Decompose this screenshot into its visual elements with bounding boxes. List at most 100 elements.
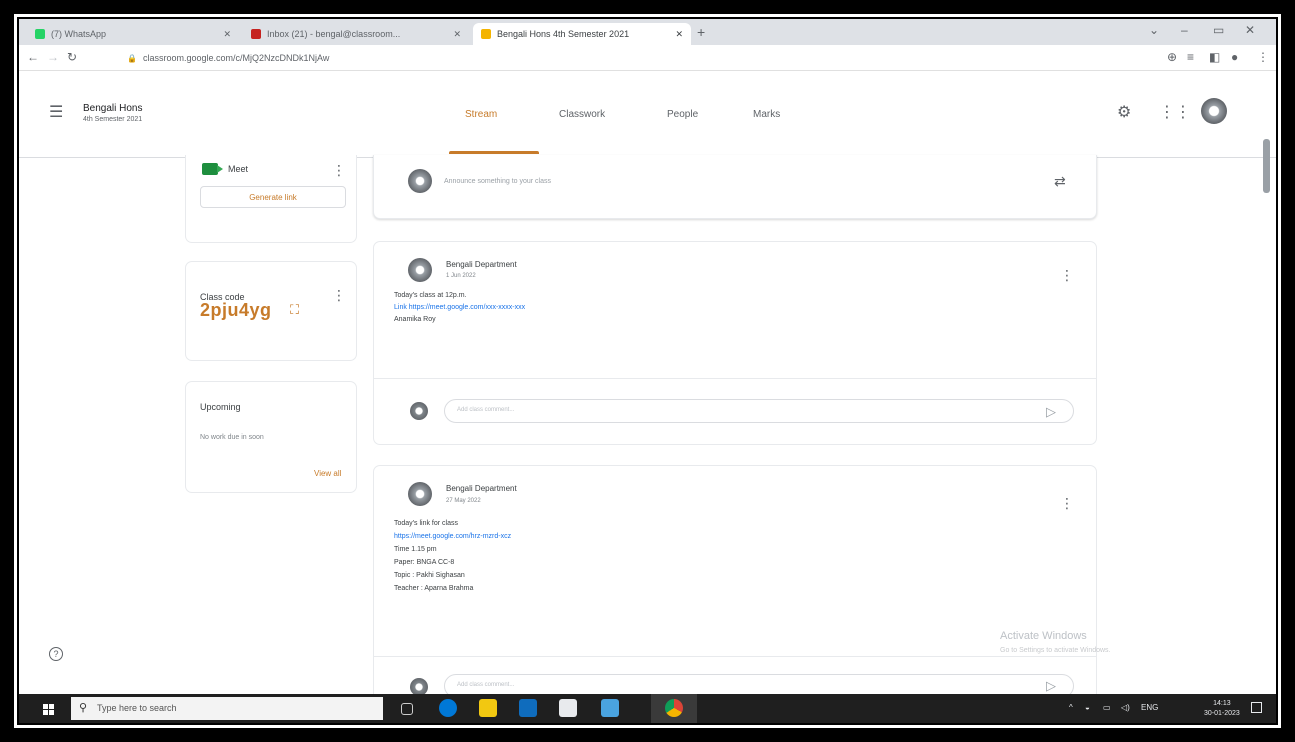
apps-grid-icon[interactable]: ⋮⋮ (1159, 102, 1191, 122)
file-explorer-icon[interactable] (479, 699, 497, 717)
sidepanel-icon[interactable]: ◧ (1209, 50, 1220, 64)
volume-icon[interactable]: ◁) (1121, 703, 1130, 712)
send-icon[interactable]: ▷ (1046, 404, 1056, 420)
tab-classwork[interactable]: Classwork (559, 109, 605, 120)
stream-post: Bengali Department 27 May 2022 ⋮ Today's… (373, 465, 1097, 715)
browser-tab-strip: (7) WhatsApp ✕ Inbox (21) - bengal@class… (19, 19, 1276, 45)
tab-search-icon[interactable]: ⌄ (1149, 23, 1159, 37)
post-link[interactable]: https://meet.google.com/hrz-mzrd-xcz (394, 533, 511, 540)
post-line: Today's class at 12p.m. (394, 292, 467, 299)
settings-gear-icon[interactable]: ⚙ (1117, 102, 1131, 122)
menu-icon[interactable]: ⋮ (1257, 50, 1269, 64)
tab-marks[interactable]: Marks (753, 109, 780, 120)
reload-icon[interactable]: ↻ (67, 50, 77, 64)
mail-icon[interactable] (519, 699, 537, 717)
help-icon[interactable]: ? (49, 647, 63, 661)
repost-icon[interactable]: ⇄ (1054, 173, 1066, 190)
divider (374, 656, 1096, 657)
scrollbar[interactable] (1263, 139, 1270, 193)
wifi-icon[interactable]: ◒ (1085, 703, 1090, 712)
class-code-value: 2pju4yg (200, 300, 272, 320)
post-line: Topic : Pakhi Sighasan (394, 572, 465, 579)
maximize-icon[interactable]: ▭ (1213, 23, 1224, 37)
language-indicator[interactable]: ENG (1141, 703, 1158, 712)
class-name[interactable]: Bengali Hons (83, 103, 142, 114)
post-line: Today's link for class (394, 520, 458, 527)
browser-tab-classroom[interactable]: Bengali Hons 4th Semester 2021 ✕ (473, 23, 691, 45)
minimize-icon[interactable]: – (1181, 23, 1188, 37)
whatsapp-favicon-icon (35, 29, 45, 39)
install-icon[interactable]: ⊕ (1167, 50, 1177, 64)
back-icon[interactable]: ← (27, 50, 39, 64)
author-avatar (408, 258, 432, 282)
chrome-taskbar-active[interactable] (651, 694, 697, 723)
screen: (7) WhatsApp ✕ Inbox (21) - bengal@class… (19, 19, 1276, 723)
close-icon[interactable]: ✕ (215, 29, 231, 40)
notification-icon[interactable] (1251, 702, 1262, 713)
user-avatar (408, 169, 432, 193)
tab-label: (7) WhatsApp (51, 29, 107, 39)
task-view-icon[interactable] (401, 703, 413, 715)
photos-icon[interactable] (601, 699, 619, 717)
chrome-icon (665, 699, 683, 717)
meet-title: Meet (228, 164, 249, 174)
store-icon[interactable] (559, 699, 577, 717)
generate-link-button[interactable]: Generate link (200, 186, 346, 208)
comment-placeholder: Add class comment... (457, 682, 515, 688)
browser-tab-gmail[interactable]: Inbox (21) - bengal@classroom... ✕ (243, 23, 469, 45)
forward-icon[interactable]: → (47, 50, 59, 64)
profile-icon[interactable]: ● (1231, 50, 1238, 64)
classroom-header: ☰ Bengali Hons 4th Semester 2021 Stream … (19, 72, 1276, 158)
post-author: Bengali Department (446, 484, 517, 493)
new-tab-icon[interactable]: + (697, 24, 705, 40)
lock-icon: 🔒 (127, 53, 137, 63)
class-code-card: Class code ⋮ 2pju4yg ⛶ (185, 261, 357, 361)
window-close-icon[interactable]: ✕ (1245, 23, 1255, 37)
post-link[interactable]: Link https://meet.google.com/xxx-xxxx-xx… (394, 304, 525, 311)
battery-icon[interactable]: ▭ (1103, 703, 1111, 712)
user-avatar (410, 402, 428, 420)
tab-label: Inbox (21) - bengal@classroom... (267, 29, 401, 39)
send-icon[interactable]: ▷ (1046, 678, 1056, 694)
address-bar[interactable]: 🔒 classroom.google.com/c/MjQ2NzcDNDk1NjA… (127, 49, 329, 67)
view-all-link[interactable]: View all (314, 469, 341, 478)
edge-browser-icon[interactable] (439, 699, 457, 717)
account-avatar[interactable] (1201, 98, 1227, 124)
post-date: 1 Jun 2022 (446, 273, 476, 279)
more-options-icon[interactable]: ⋮ (332, 288, 346, 302)
upcoming-title: Upcoming (200, 402, 241, 412)
url-text: classroom.google.com/c/MjQ2NzcDNDk1NjAw (142, 53, 330, 63)
active-tab-indicator (449, 151, 539, 154)
windows-start-icon[interactable] (43, 704, 54, 715)
upcoming-empty-text: No work due in soon (200, 434, 264, 441)
more-options-icon[interactable]: ⋮ (1060, 496, 1074, 510)
tab-people[interactable]: People (667, 109, 698, 120)
classroom-favicon-icon (481, 29, 491, 39)
post-date: 27 May 2022 (446, 498, 481, 504)
announce-card[interactable]: Announce something to your class ⇄ (373, 155, 1097, 219)
class-subtitle: 4th Semester 2021 (83, 116, 143, 123)
close-icon[interactable]: ✕ (445, 29, 461, 40)
tab-stream[interactable]: Stream (465, 109, 497, 120)
windows-taskbar: ⚲ Type here to search ^ ◒ ▭ ◁) ENG 14:13… (19, 694, 1276, 723)
close-icon[interactable]: ✕ (667, 29, 683, 40)
browser-tab-whatsapp[interactable]: (7) WhatsApp ✕ (27, 23, 239, 45)
announce-placeholder[interactable]: Announce something to your class (444, 178, 551, 185)
comment-input[interactable]: Add class comment... (444, 399, 1074, 423)
taskbar-clock[interactable]: 14:13 30-01-2023 (1204, 699, 1240, 719)
fullscreen-expand-icon[interactable]: ⛶ (290, 302, 299, 318)
author-avatar (408, 482, 432, 506)
comment-placeholder: Add class comment... (457, 407, 515, 413)
tray-chevron-icon[interactable]: ^ (1069, 703, 1073, 712)
more-options-icon[interactable]: ⋮ (332, 163, 346, 177)
activate-windows-subtitle: Go to Settings to activate Windows. (1000, 647, 1111, 654)
meet-card: Meet ⋮ Generate link (185, 155, 357, 243)
taskbar-search-box[interactable]: ⚲ Type here to search (71, 697, 383, 720)
clock-date: 30-01-2023 (1204, 710, 1240, 717)
reading-list-icon[interactable]: ≡ (1187, 50, 1194, 64)
hamburger-menu-icon[interactable]: ☰ (49, 102, 63, 122)
post-line: Paper: BNGA CC-8 (394, 559, 455, 566)
more-options-icon[interactable]: ⋮ (1060, 268, 1074, 282)
activate-windows-title: Activate Windows (1000, 630, 1087, 642)
divider (374, 378, 1096, 379)
